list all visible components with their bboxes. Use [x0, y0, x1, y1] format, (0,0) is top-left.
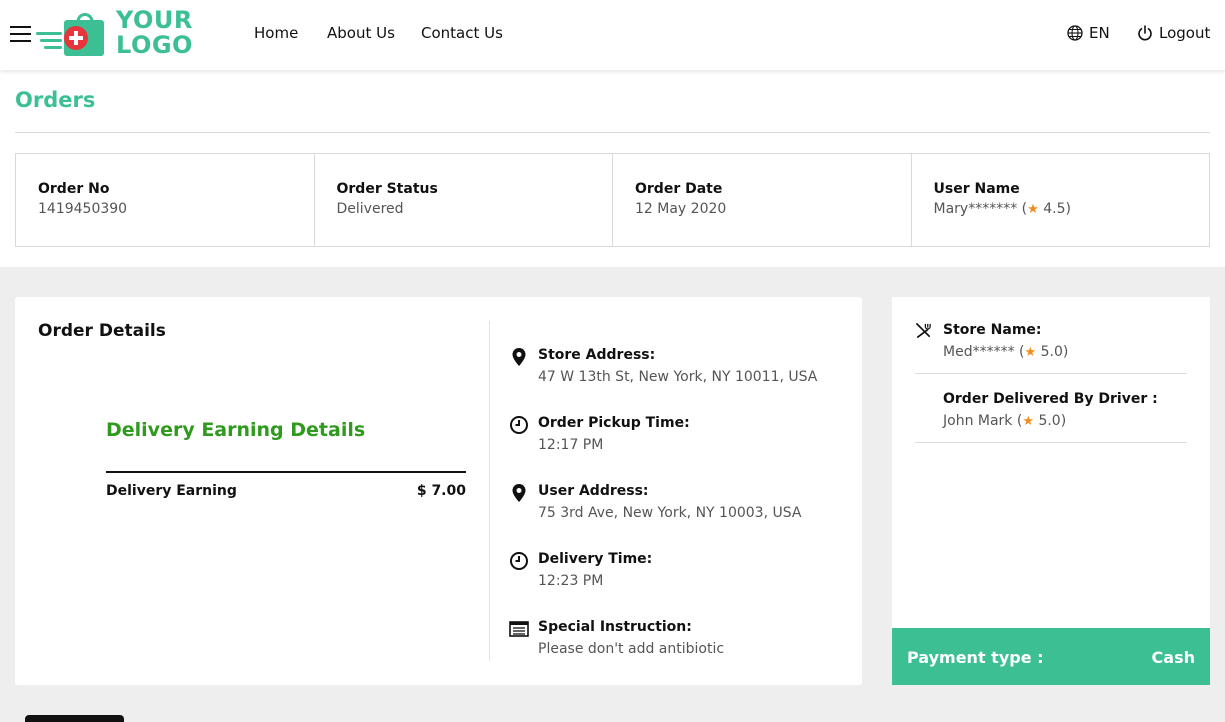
logo-line-2: LOGO [116, 31, 193, 59]
globe-icon [1067, 25, 1083, 41]
order-no-cell: Order No 1419450390 [16, 154, 315, 246]
order-no-label: Order No [38, 181, 110, 197]
clock-icon [510, 416, 528, 434]
order-status-value: Delivered [336, 201, 404, 217]
star-icon: ★ [1024, 345, 1037, 360]
star-icon: ★ [1027, 202, 1039, 217]
order-date-label: Order Date [635, 181, 723, 197]
delivery-earning-value: $ 7.00 [416, 483, 466, 499]
delivery-time-label: Delivery Time: [538, 551, 653, 567]
store-name-item: Store Name: Med****** (★ 5.0) [915, 322, 1187, 374]
title-divider [15, 132, 1210, 133]
list-icon [509, 621, 529, 637]
location-pin-icon [512, 348, 526, 366]
driver-label: Order Delivered By Driver : [943, 391, 1158, 407]
earning-divider [106, 471, 466, 473]
order-status-cell: Order Status Delivered [315, 154, 613, 246]
user-address-label: User Address: [538, 483, 649, 499]
vertical-divider [489, 321, 490, 661]
nav-about-link[interactable]: About Us [327, 24, 395, 42]
page-title: Orders [15, 88, 96, 112]
order-status-label: Order Status [336, 181, 438, 197]
language-label: EN [1089, 24, 1110, 42]
user-rating: 4.5 [1043, 201, 1066, 217]
star-icon: ★ [1022, 414, 1034, 429]
special-instruction-value: Please don't add antibiotic [538, 641, 725, 657]
driver-item: Order Delivered By Driver : John Mark (★… [915, 391, 1187, 443]
payment-type-label: Payment type : [907, 648, 1044, 667]
store-name: Med****** [943, 344, 1015, 360]
user-name-value: Mary******* (★ 4.5) [933, 201, 1071, 217]
delivery-time-value: 12:23 PM [538, 573, 604, 589]
order-details-card: Order Details Delivery Earning Details D… [15, 297, 862, 685]
driver-rating: 5.0 [1038, 413, 1061, 429]
logo-line-1: YOUR [116, 6, 193, 34]
logout-button[interactable]: Logout [1137, 24, 1210, 42]
user-address-value: 75 3rd Ave, New York, NY 10003, USA [538, 505, 802, 521]
order-summary: Order No 1419450390 Order Status Deliver… [15, 153, 1210, 247]
user-name-label: User Name [933, 181, 1020, 197]
order-no-value: 1419450390 [38, 201, 128, 217]
user-name: Mary******* [933, 201, 1018, 217]
fork-knife-icon [916, 323, 931, 338]
store-driver-card: Store Name: Med****** (★ 5.0) Order Deli… [892, 297, 1210, 685]
order-details-title: Order Details [38, 321, 166, 341]
clock-icon [510, 552, 528, 570]
store-name-label: Store Name: [943, 322, 1042, 338]
payment-type-value: Cash [1151, 648, 1195, 667]
hamburger-menu-icon[interactable] [10, 26, 31, 44]
top-header: YOUR LOGO Home About Us Contact Us EN Lo… [0, 0, 1225, 70]
payment-type-bar: Payment type : Cash [892, 628, 1210, 685]
logout-label: Logout [1159, 24, 1211, 42]
pickup-time-value: 12:17 PM [538, 437, 604, 453]
special-instruction-label: Special Instruction: [538, 619, 692, 635]
order-date-value: 12 May 2020 [635, 201, 727, 217]
shopping-bag-logo-icon [36, 13, 104, 56]
store-name-value: Med****** (★ 5.0) [943, 344, 1069, 360]
nav-contact-link[interactable]: Contact Us [421, 24, 503, 42]
store-address-label: Store Address: [538, 347, 656, 363]
driver-value: John Mark (★ 5.0) [943, 413, 1067, 429]
logo-text: YOUR LOGO [116, 8, 193, 58]
logo[interactable]: YOUR LOGO [34, 8, 204, 63]
location-pin-icon [512, 484, 526, 502]
driver-name: John Mark [943, 413, 1013, 429]
power-icon [1138, 25, 1152, 41]
delivery-earning-title: Delivery Earning Details [106, 419, 366, 441]
user-name-cell: User Name Mary******* (★ 4.5) [912, 154, 1210, 246]
nav-home-link[interactable]: Home [254, 24, 298, 42]
order-date-cell: Order Date 12 May 2020 [613, 154, 912, 246]
language-selector[interactable]: EN [1067, 24, 1110, 42]
store-rating: 5.0 [1040, 344, 1063, 360]
bottom-action-button[interactable] [25, 715, 124, 722]
pickup-time-label: Order Pickup Time: [538, 415, 690, 431]
store-address-value: 47 W 13th St, New York, NY 10011, USA [538, 369, 818, 385]
